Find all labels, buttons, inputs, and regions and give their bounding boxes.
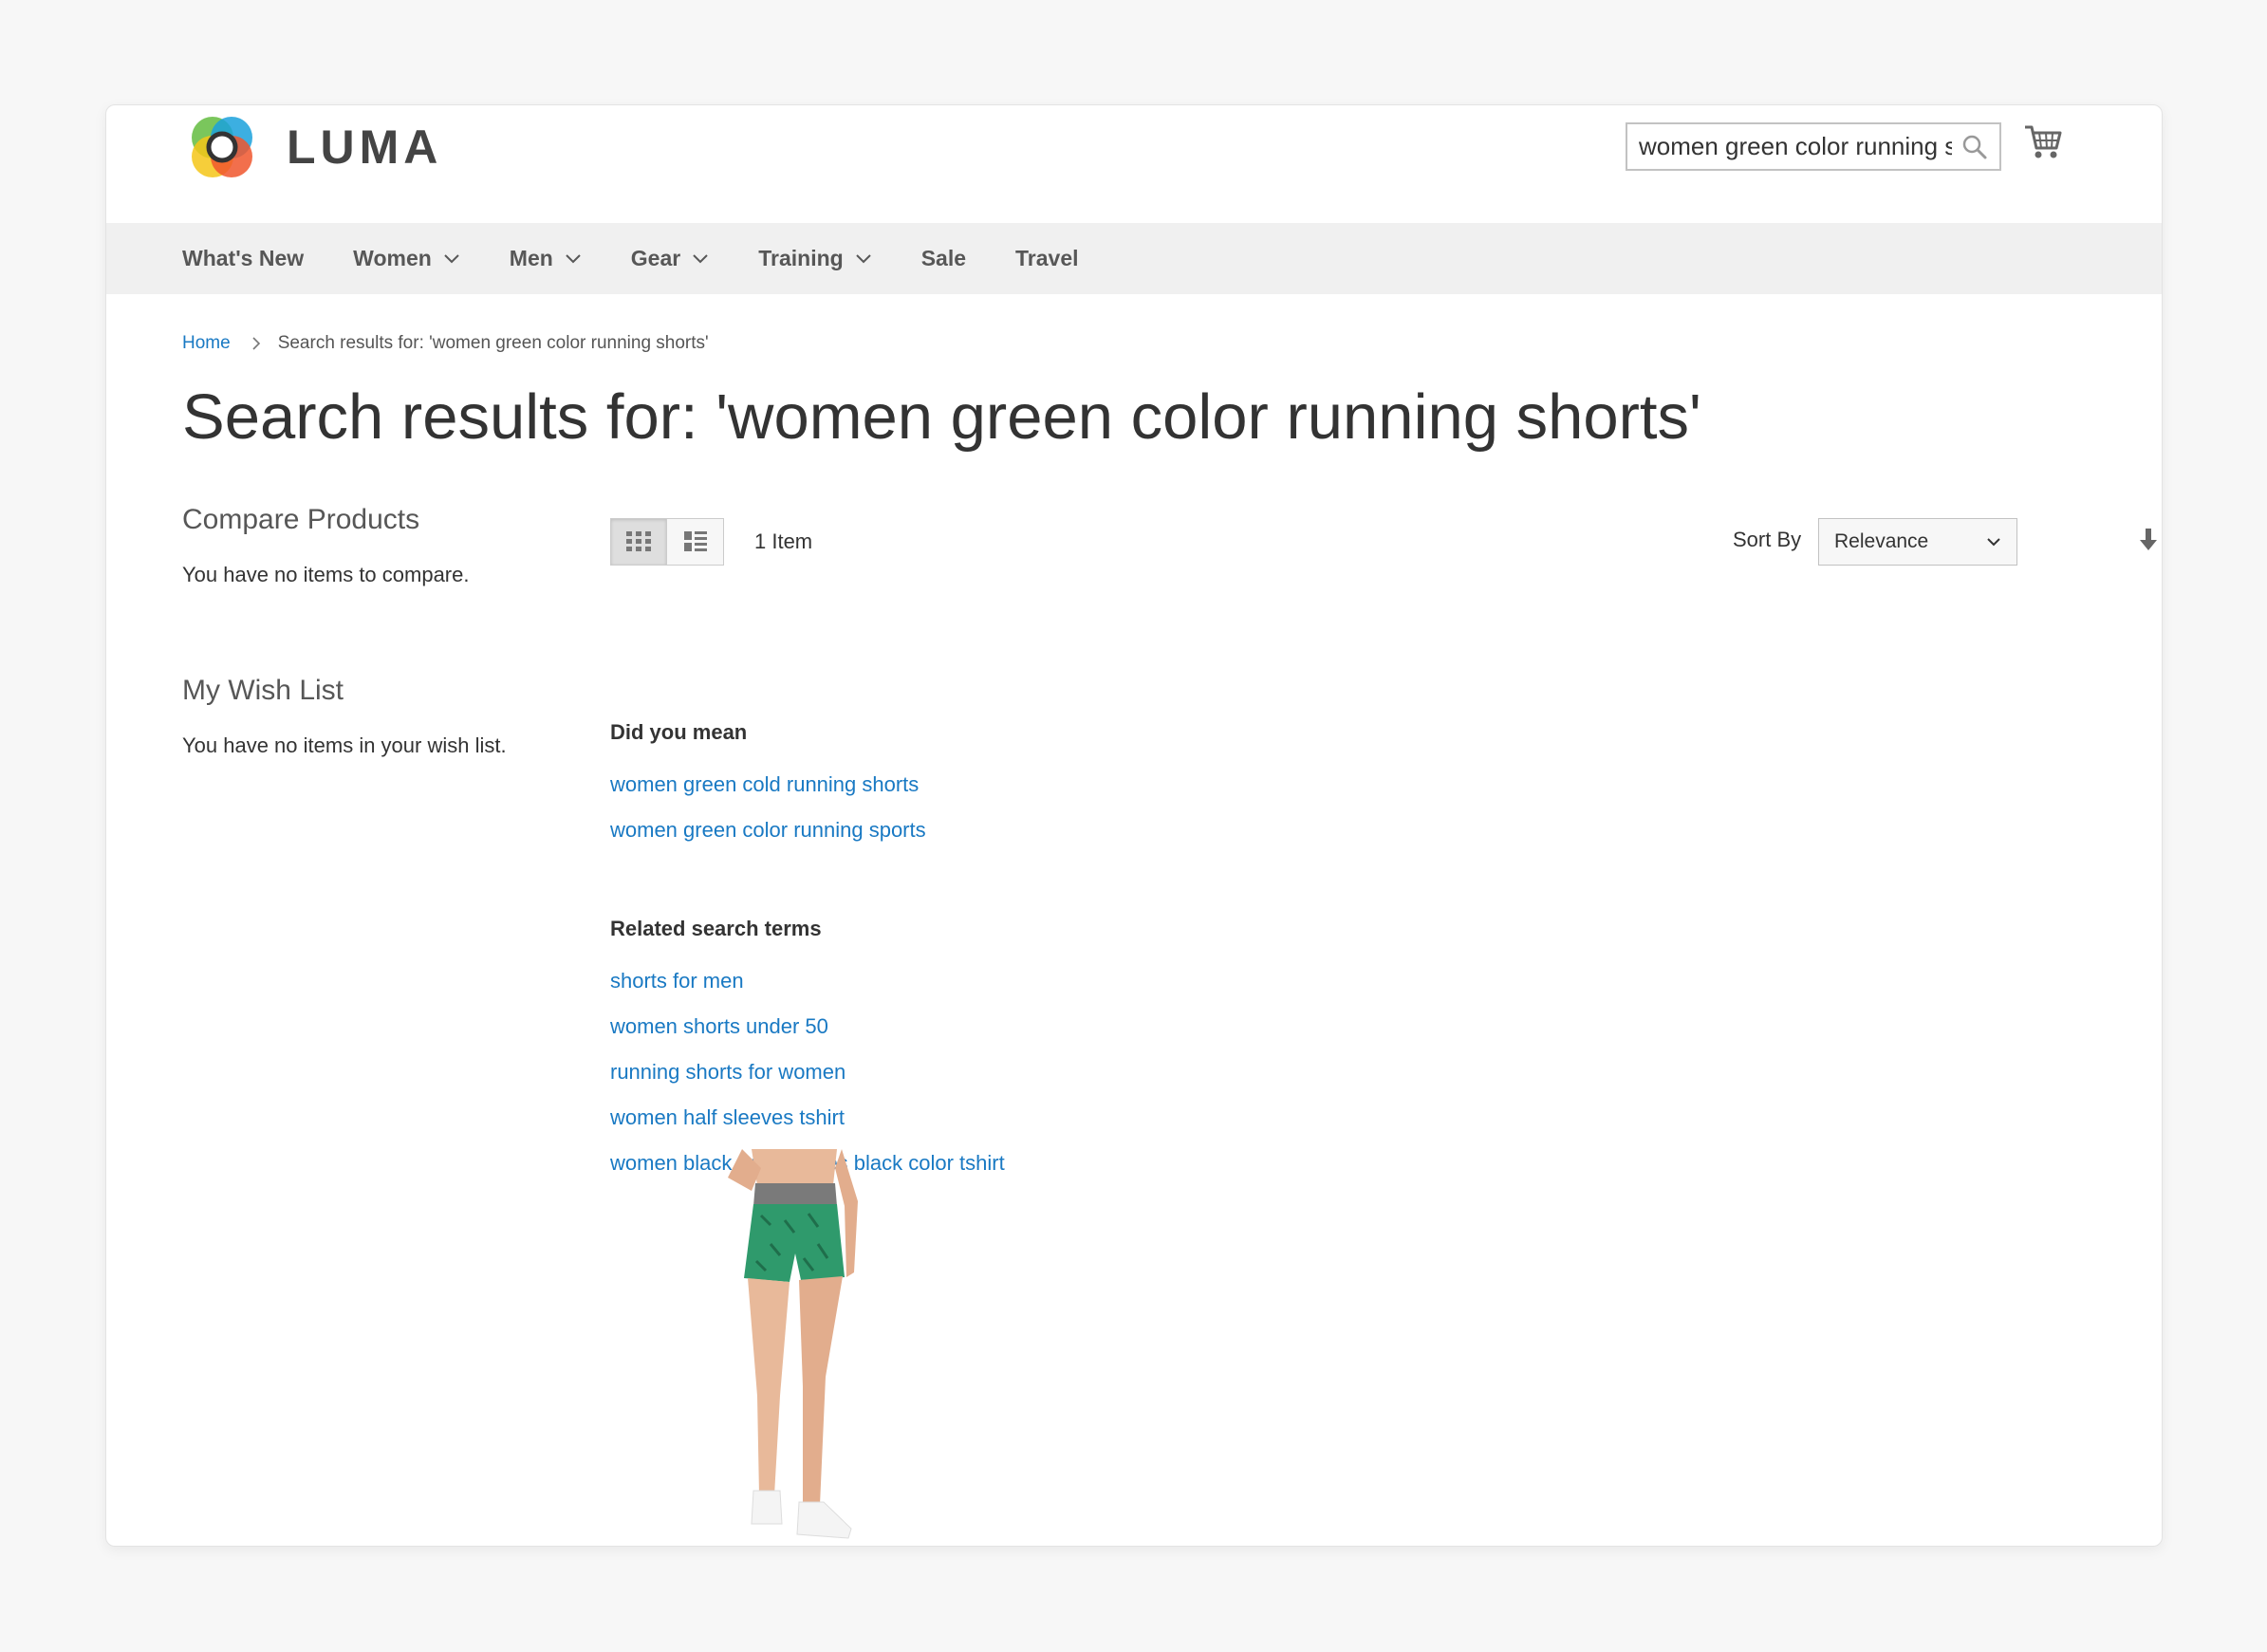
did-you-mean-title: Did you mean xyxy=(610,720,748,744)
cart-icon[interactable] xyxy=(2023,122,2063,160)
nav-item-sale[interactable]: Sale xyxy=(921,246,966,271)
site-header: LUMA xyxy=(106,105,2162,223)
nav-label: Travel xyxy=(1015,246,1079,270)
nav-label: Training xyxy=(758,246,844,270)
wishlist-empty-text: You have no items in your wish list. xyxy=(182,733,507,757)
sort-by-select[interactable]: Relevance xyxy=(1818,518,2017,566)
list-icon xyxy=(683,531,707,551)
nav-item-training[interactable]: Training xyxy=(758,246,871,271)
nav-item-whats-new[interactable]: What's New xyxy=(182,246,304,271)
view-mode-switcher xyxy=(610,518,724,566)
related-term-link[interactable]: shorts for men xyxy=(610,958,1369,1004)
compare-products-title: Compare Products xyxy=(182,504,420,535)
nav-item-men[interactable]: Men xyxy=(510,246,582,271)
related-search-terms-title: Related search terms xyxy=(610,917,822,940)
nav-label: Sale xyxy=(920,246,967,270)
search-icon[interactable] xyxy=(1961,134,1988,160)
suggestion-link[interactable]: women green cold running shorts xyxy=(610,762,1369,807)
sort-direction-arrow-icon[interactable] xyxy=(2137,527,2160,553)
main-navigation: What's New Women Men Gear Training Sale … xyxy=(106,223,2162,294)
grid-icon xyxy=(626,531,651,551)
nav-label: Men xyxy=(509,246,553,270)
did-you-mean-block: Did you mean women green cold running sh… xyxy=(610,720,1369,853)
luma-logo[interactable]: LUMA xyxy=(184,109,442,185)
breadcrumb: Home Search results for: 'women green co… xyxy=(182,333,709,354)
chevron-down-icon xyxy=(444,253,459,263)
chevron-right-icon xyxy=(252,337,260,350)
chevron-down-icon xyxy=(566,253,581,263)
nav-item-travel[interactable]: Travel xyxy=(1015,246,1079,271)
sidebar: Compare Products You have no items to co… xyxy=(182,504,562,758)
breadcrumb-current: Search results for: 'women green color r… xyxy=(277,333,709,353)
nav-item-gear[interactable]: Gear xyxy=(631,246,709,271)
chevron-down-icon xyxy=(855,253,871,263)
related-term-link[interactable]: women half sleeves tshirt xyxy=(610,1095,1369,1141)
chevron-down-icon xyxy=(693,253,708,263)
nav-label: Women xyxy=(353,246,432,270)
wishlist-title: My Wish List xyxy=(182,675,344,706)
breadcrumb-home-link[interactable]: Home xyxy=(182,333,231,354)
search-input[interactable] xyxy=(1639,128,1952,164)
compare-empty-text: You have no items to compare. xyxy=(182,563,470,586)
item-count: 1 Item xyxy=(754,529,813,553)
product-image-green-running-shorts[interactable] xyxy=(676,1149,922,1547)
list-view-button[interactable] xyxy=(667,518,724,566)
wishlist-block: My Wish List You have no items in your w… xyxy=(182,675,562,758)
nav-label: What's New xyxy=(182,246,305,270)
grid-view-button[interactable] xyxy=(610,518,667,566)
nav-item-women[interactable]: Women xyxy=(353,246,460,271)
luma-logo-icon xyxy=(192,117,252,177)
nav-label: Gear xyxy=(630,246,681,270)
related-term-link[interactable]: running shorts for women xyxy=(610,1049,1369,1095)
related-term-link[interactable]: women shorts under 50 xyxy=(610,1004,1369,1049)
sort-by-value: Relevance xyxy=(1834,530,1929,552)
related-search-terms-block: Related search terms shorts for men wome… xyxy=(610,917,1369,1186)
page-title: Search results for: 'women green color r… xyxy=(182,381,1701,453)
chevron-down-icon xyxy=(1987,538,2000,547)
sort-by-label: Sort By xyxy=(1733,528,1802,551)
search-box[interactable] xyxy=(1626,122,2001,171)
browser-window: LUMA What's New Women Men xyxy=(105,104,2163,1547)
logo-text: LUMA xyxy=(287,121,443,174)
suggestion-link[interactable]: women green color running sports xyxy=(610,807,1369,853)
